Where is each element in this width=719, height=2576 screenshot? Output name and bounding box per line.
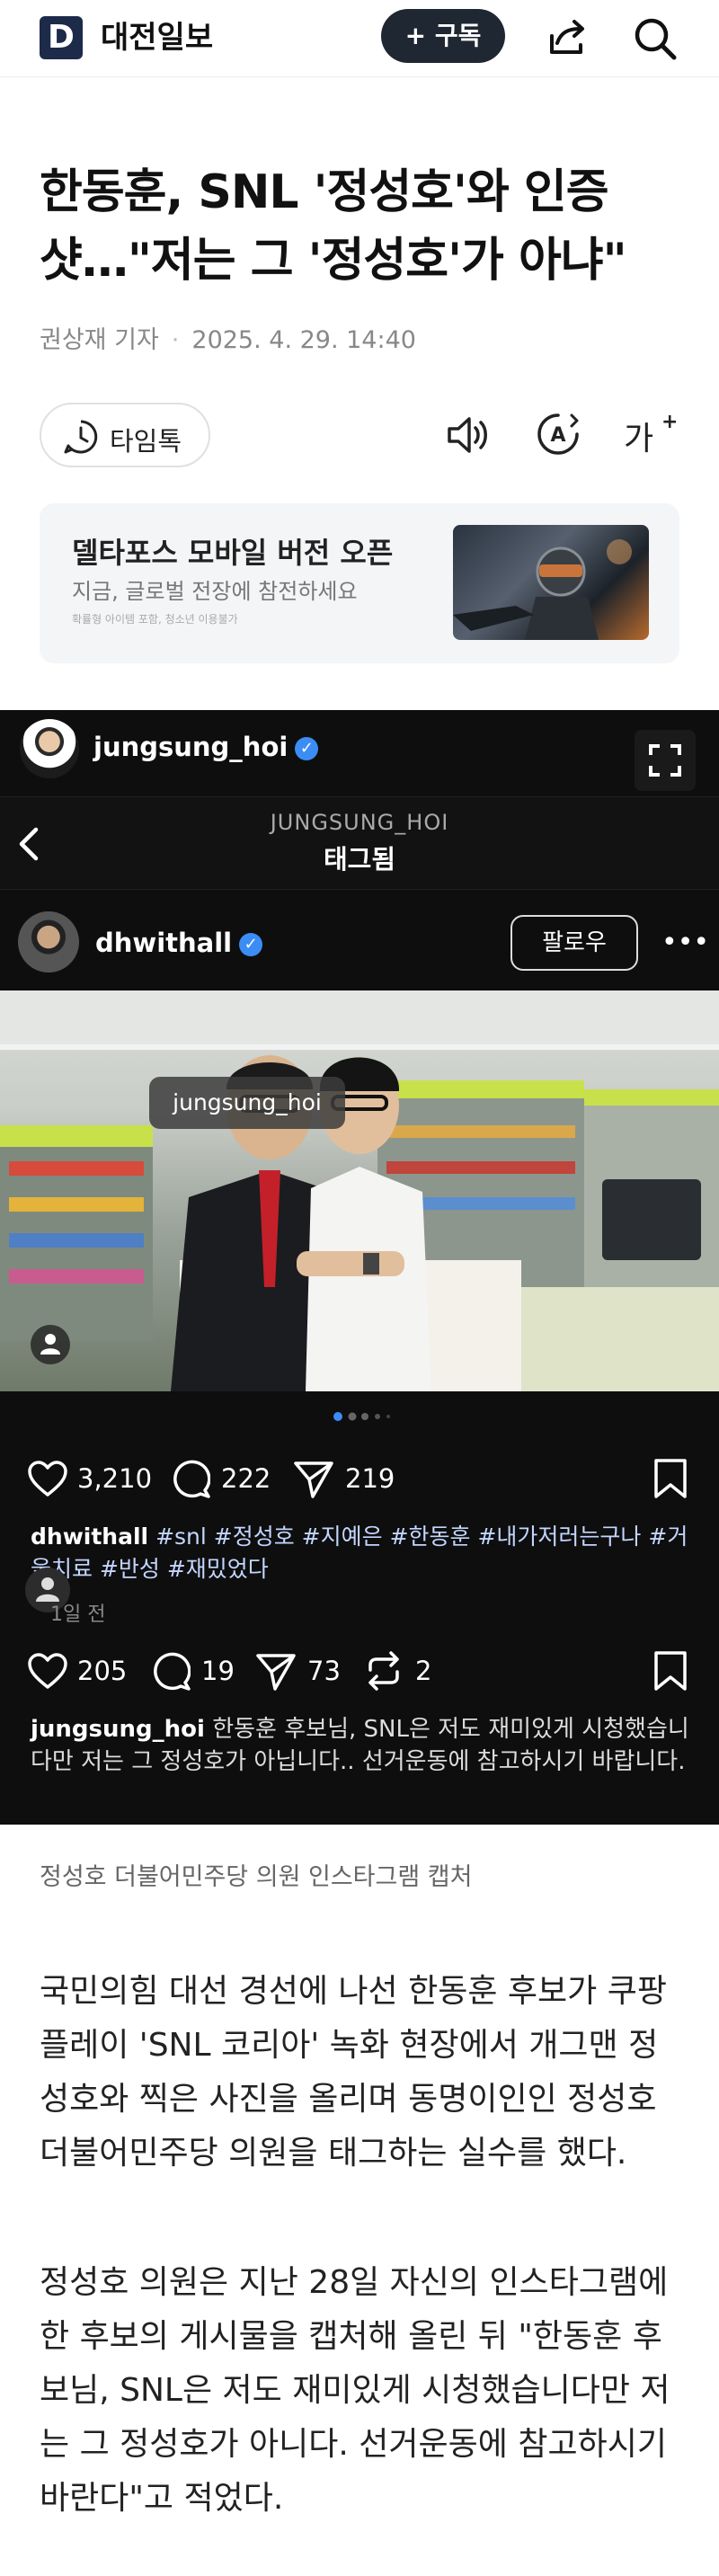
font-style-icon[interactable]: A	[536, 412, 581, 457]
ad-title: 델타포스 모바일 버전 오픈	[72, 536, 394, 570]
repost-icon[interactable]	[363, 1650, 404, 1692]
timeline-button[interactable]: 타임톡	[40, 403, 210, 467]
timeline-label: 타임톡	[110, 426, 182, 457]
photo-tag-label[interactable]: jungsung_hoi	[149, 1077, 345, 1129]
share-send-icon[interactable]	[255, 1652, 297, 1692]
post-time: 1일 전	[50, 1603, 106, 1626]
post-username[interactable]: dhwithall ✓	[95, 928, 263, 958]
logo-mark[interactable]: D	[40, 16, 83, 59]
comment-count: 222	[221, 1463, 271, 1494]
like-count: 3,210	[77, 1463, 153, 1494]
avatar[interactable]	[18, 911, 79, 973]
instagram-username[interactable]: jungsung_hoi ✓	[93, 732, 319, 762]
ad-subtitle: 지금, 글로벌 전장에 참전하세요	[72, 579, 358, 604]
tagged-title: 태그됨	[323, 844, 396, 875]
username-text: dhwithall	[95, 928, 233, 958]
top-header: D 대전일보 + 구독	[0, 0, 719, 77]
avatar[interactable]	[20, 719, 79, 778]
fullscreen-icon[interactable]	[635, 730, 696, 791]
comment-count: 19	[201, 1656, 235, 1686]
search-icon[interactable]	[631, 14, 679, 63]
post-header: dhwithall ✓ 팔로우 •••	[0, 893, 719, 990]
share-icon[interactable]	[545, 18, 590, 59]
post-photo[interactable]: jungsung_hoi	[0, 990, 719, 1391]
author-name[interactable]: 권상재 기자	[40, 326, 159, 354]
share-count: 219	[345, 1463, 395, 1494]
comment-icon[interactable]	[171, 1460, 210, 1499]
text-size-icon[interactable]: 가 +	[622, 410, 676, 458]
byline-separator: ·	[171, 326, 180, 354]
follow-button[interactable]: 팔로우	[510, 915, 638, 971]
bookmark-icon[interactable]	[652, 1650, 688, 1692]
publish-date: 2025. 4. 29. 14:40	[191, 326, 416, 354]
heart-icon[interactable]	[27, 1460, 68, 1497]
like-count: 205	[77, 1656, 128, 1686]
person-icon	[40, 1334, 60, 1355]
svg-text:A: A	[550, 424, 565, 447]
article-paragraph: 정성호 의원은 지난 28일 자신의 인스타그램에 한 후보의 게시물을 캡처해…	[40, 2264, 670, 2517]
repost-caption: jungsung_hoi 한동훈 후보님, SNL은 저도 재미있게 시청했습니…	[31, 1713, 696, 1778]
byline: 권상재 기자 · 2025. 4. 29. 14:40	[40, 320, 416, 355]
verified-badge-icon: ✓	[239, 933, 263, 956]
repost-count: 2	[415, 1656, 432, 1686]
heart-icon[interactable]	[27, 1652, 68, 1690]
image-caption: 정성호 더불어민주당 의원 인스타그램 캡처	[40, 1863, 473, 1891]
person-tag-icon[interactable]	[31, 1325, 70, 1364]
subscribe-button[interactable]: + 구독	[381, 9, 505, 63]
convenience-store-photo	[0, 990, 719, 1391]
ad-note: 확률형 아이템 포함, 청소년 이용불가	[72, 613, 238, 626]
expand-corners-icon	[649, 744, 681, 777]
share-send-icon[interactable]	[293, 1460, 334, 1499]
ad-banner[interactable]: 델타포스 모바일 버전 오픈 지금, 글로벌 전장에 참전하세요 확률형 아이템…	[40, 503, 679, 663]
soldier-illustration-icon	[453, 539, 632, 640]
post-actions: 3,210 222 219	[0, 1438, 719, 1519]
carousel-dots	[333, 1412, 390, 1421]
clock-chat-icon	[64, 420, 98, 454]
post-caption: dhwithall #snl #정성호 #지예은 #한동훈 #내가저러는구나 #…	[31, 1521, 696, 1586]
article-headline: 한동훈, SNL '정성호'와 인증샷…"저는 그 '정성호'가 아냐"	[40, 165, 627, 288]
instagram-screenshot: jungsung_hoi ✓ JUNGSUNG_HOI 태그됨 dhwithall…	[0, 710, 719, 1825]
article-paragraph: 국민의힘 대선 경선에 나선 한동훈 후보가 쿠팡플레이 'SNL 코리아' 녹…	[40, 1973, 667, 2172]
username-text: jungsung_hoi	[93, 732, 288, 762]
caption-username[interactable]: dhwithall	[31, 1523, 148, 1550]
tagged-account-name: JUNGSUNG_HOI	[270, 810, 449, 835]
speaker-icon[interactable]	[446, 413, 493, 457]
svg-text:+: +	[661, 411, 676, 433]
bookmark-icon[interactable]	[652, 1458, 688, 1499]
repost-actions: 205 19 73 2	[0, 1636, 719, 1708]
tagged-header: JUNGSUNG_HOI 태그됨	[0, 796, 719, 890]
svg-text:가: 가	[624, 421, 653, 457]
caption-username[interactable]: jungsung_hoi	[31, 1716, 205, 1743]
ad-image	[453, 525, 649, 640]
verified-badge-icon: ✓	[295, 737, 319, 760]
share-count: 73	[307, 1656, 341, 1686]
logo-text[interactable]: 대전일보	[101, 18, 213, 58]
instagram-profile-bar: jungsung_hoi ✓	[0, 710, 719, 791]
comment-icon[interactable]	[151, 1652, 191, 1692]
more-options-icon[interactable]: •••	[661, 929, 709, 956]
